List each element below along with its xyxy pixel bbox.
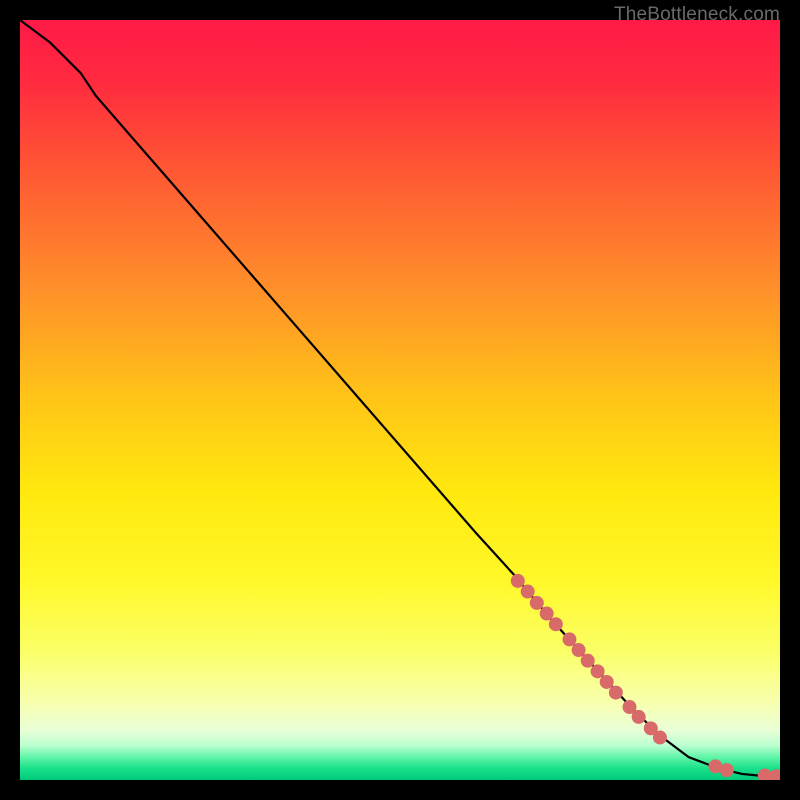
plot-background xyxy=(20,20,780,780)
marker-point xyxy=(521,585,535,599)
marker-point xyxy=(600,675,614,689)
marker-point xyxy=(540,607,554,621)
marker-point xyxy=(530,596,544,610)
marker-point xyxy=(591,664,605,678)
watermark-text: TheBottleneck.com xyxy=(614,4,780,26)
marker-point xyxy=(609,686,623,700)
marker-point xyxy=(653,730,667,744)
marker-point xyxy=(720,763,734,777)
marker-point xyxy=(632,710,646,724)
marker-point xyxy=(581,654,595,668)
marker-point xyxy=(549,617,563,631)
marker-point xyxy=(511,574,525,588)
marker-point xyxy=(562,632,576,646)
bottleneck-chart xyxy=(20,20,780,780)
marker-point xyxy=(572,643,586,657)
